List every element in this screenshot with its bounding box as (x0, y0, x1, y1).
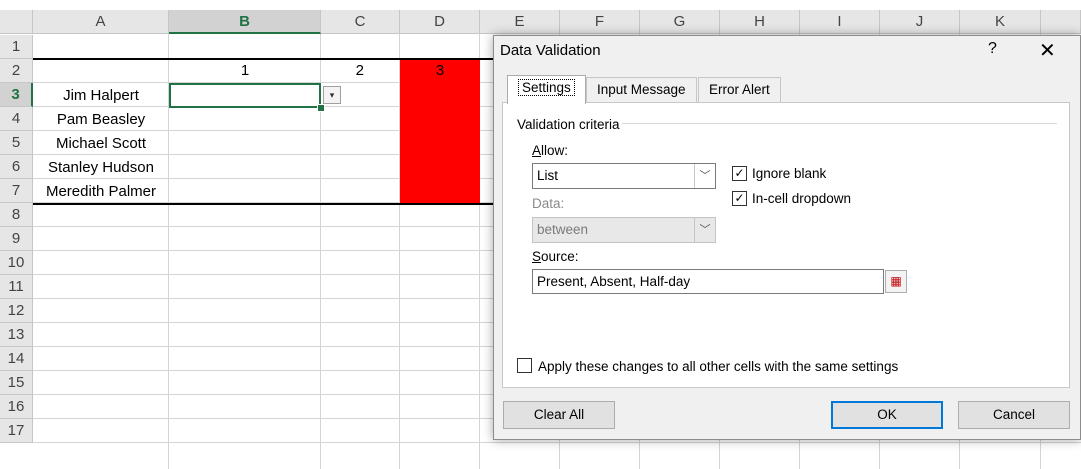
data-select[interactable]: between ﹀ (532, 217, 716, 243)
column-header-e[interactable]: E (480, 10, 560, 34)
row-header-15[interactable]: 15 (0, 371, 33, 395)
tab-error-alert[interactable]: Error Alert (698, 77, 781, 102)
column-header-c[interactable]: C (321, 10, 400, 34)
cancel-button[interactable]: Cancel (958, 401, 1070, 429)
clear-all-button[interactable]: Clear All (503, 401, 615, 429)
column-header-g[interactable]: G (640, 10, 720, 34)
select-all-corner[interactable] (0, 10, 33, 34)
section-divider (622, 123, 1057, 124)
active-cell-b3[interactable] (169, 83, 321, 108)
tab-settings-label: Settings (518, 79, 575, 96)
allow-select-value: List (537, 168, 559, 183)
fill-handle[interactable] (317, 104, 325, 112)
chevron-down-icon: ﹀ (694, 218, 715, 242)
tab-settings[interactable]: Settings (507, 75, 586, 104)
row-header-14[interactable]: 14 (0, 347, 33, 371)
column-header-d[interactable]: D (400, 10, 480, 34)
close-icon[interactable]: ✕ (1039, 38, 1056, 63)
cell-dropdown-button[interactable]: ▾ (323, 86, 341, 104)
apply-all-checkbox[interactable] (517, 358, 532, 373)
column-header-partial (1041, 10, 1081, 34)
name-cell[interactable]: Jim Halpert (33, 84, 169, 108)
row-header-16[interactable]: 16 (0, 395, 33, 419)
row-header-11[interactable]: 11 (0, 275, 33, 299)
column-header-a[interactable]: A (33, 10, 169, 34)
row-header-12[interactable]: 12 (0, 299, 33, 323)
allow-label: Allow: (532, 143, 569, 158)
source-label: Source: (532, 249, 579, 264)
row-header-7[interactable]: 7 (0, 179, 33, 203)
settings-panel (502, 102, 1070, 388)
header-cell-d2[interactable]: 3 (400, 59, 480, 83)
tab-input-message[interactable]: Input Message (586, 77, 697, 102)
column-header-i[interactable]: I (800, 10, 880, 34)
range-selector-icon[interactable]: ▦ (885, 270, 907, 293)
data-select-value: between (537, 222, 589, 237)
horizontal-gridline (33, 442, 1081, 443)
chevron-down-icon: ﹀ (694, 164, 715, 188)
row-header-2[interactable]: 2 (0, 59, 33, 83)
incell-dropdown-label: In-cell dropdown (752, 191, 852, 206)
ok-button[interactable]: OK (831, 401, 943, 429)
header-cell-c2[interactable]: 2 (321, 59, 400, 83)
row-header-10[interactable]: 10 (0, 251, 33, 275)
name-cell[interactable]: Pam Beasley (33, 108, 169, 132)
row-header-6[interactable]: 6 (0, 155, 33, 179)
row-header-5[interactable]: 5 (0, 131, 33, 155)
help-icon[interactable]: ? (988, 40, 997, 58)
row-header-8[interactable]: 8 (0, 203, 33, 227)
header-cell-b2[interactable]: 1 (169, 59, 321, 83)
row-header-4[interactable]: 4 (0, 107, 33, 131)
source-label-rest: ource: (541, 249, 579, 264)
ignore-blank-checkbox[interactable]: ✓ (732, 166, 747, 181)
column-header-k[interactable]: K (960, 10, 1041, 34)
row-header-3[interactable]: 3 (0, 83, 33, 107)
source-input[interactable]: Present, Absent, Half-day (532, 269, 884, 294)
ignore-blank-label: Ignore blank (752, 166, 827, 181)
data-validation-dialog: Data Validation ? ✕ Settings Input Messa… (493, 35, 1081, 440)
allow-select[interactable]: List ﹀ (532, 163, 716, 189)
column-header-f[interactable]: F (560, 10, 640, 34)
name-cell[interactable]: Meredith Palmer (33, 180, 169, 204)
dialog-title: Data Validation (500, 42, 601, 59)
data-label: Data: (532, 196, 565, 211)
name-cell[interactable]: Stanley Hudson (33, 156, 169, 180)
row-header-1[interactable]: 1 (0, 35, 33, 59)
row-header-17[interactable]: 17 (0, 419, 33, 443)
name-cell[interactable]: Michael Scott (33, 132, 169, 156)
incell-dropdown-checkbox[interactable]: ✓ (732, 191, 747, 206)
column-header-b[interactable]: B (169, 10, 321, 34)
section-title: Validation criteria (517, 117, 620, 132)
row-header-13[interactable]: 13 (0, 323, 33, 347)
allow-label-rest: llow: (541, 143, 569, 158)
apply-all-label: Apply these changes to all other cells w… (538, 359, 899, 374)
column-header-h[interactable]: H (720, 10, 800, 34)
column-header-j[interactable]: J (880, 10, 960, 34)
row-header-9[interactable]: 9 (0, 227, 33, 251)
